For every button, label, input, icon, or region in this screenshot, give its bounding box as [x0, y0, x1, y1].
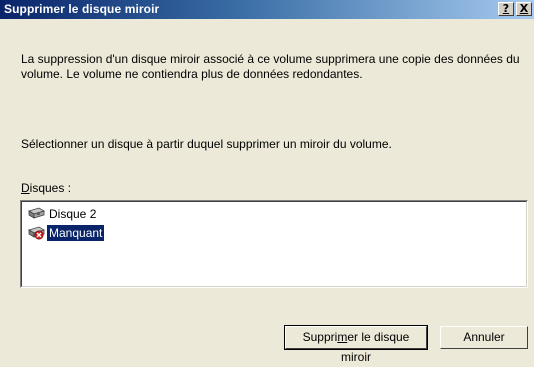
- cancel-button[interactable]: Annuler: [440, 326, 528, 349]
- disks-label-text: isques :: [29, 181, 72, 195]
- instruction-text: Sélectionner un disque à partir duquel s…: [21, 137, 392, 151]
- disk-icon: [27, 207, 45, 221]
- remove-label-pre: Suppri: [302, 330, 338, 344]
- disks-label-accelerator: D: [21, 181, 30, 195]
- description-text: La suppression d'un disque miroir associ…: [21, 52, 520, 81]
- disks-label: Disques :: [21, 181, 71, 195]
- title-bar: Supprimer le disque miroir ? X: [0, 0, 534, 19]
- list-item-label: Manquant: [47, 225, 105, 241]
- remove-mirror-button[interactable]: Supprimer le disque miroir: [284, 325, 428, 364]
- list-item-manquant[interactable]: Manquant: [27, 225, 105, 241]
- list-item-disque-2[interactable]: Disque 2: [27, 206, 98, 222]
- remove-label-post: er le disque miroir: [341, 330, 410, 364]
- list-item-label: Disque 2: [49, 207, 97, 221]
- missing-disk-icon: [27, 226, 45, 240]
- dialog-title: Supprimer le disque miroir: [4, 2, 160, 16]
- help-button[interactable]: ?: [498, 2, 514, 16]
- remove-label-accelerator: m: [337, 330, 348, 344]
- disks-listbox[interactable]: Disque 2 Manquant: [20, 200, 528, 288]
- close-button[interactable]: X: [516, 2, 532, 16]
